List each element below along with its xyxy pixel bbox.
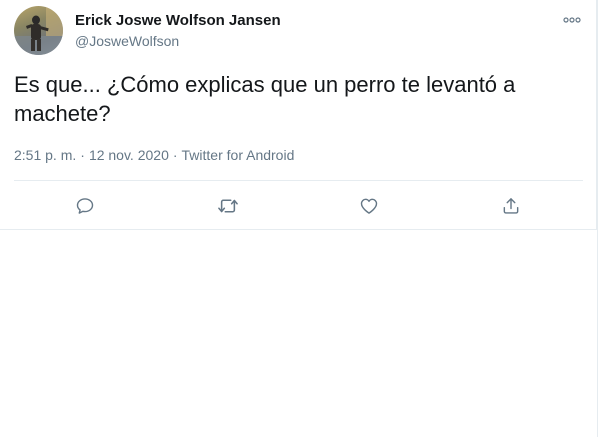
separator-dot: · bbox=[172, 147, 178, 163]
share-icon bbox=[503, 198, 519, 214]
reply-icon bbox=[76, 198, 94, 214]
avatar-image bbox=[14, 6, 63, 55]
tweet-card: Erick Joswe Wolfson Jansen @JosweWolfson… bbox=[0, 0, 597, 230]
tweet-time[interactable]: 2:51 p. m. bbox=[14, 147, 76, 163]
tweet-text: Es que... ¿Cómo explicas que un perro te… bbox=[14, 72, 516, 126]
retweet-icon bbox=[218, 199, 238, 213]
tweet-metadata: 2:51 p. m. · 12 nov. 2020 · Twitter for Andr… bbox=[14, 147, 294, 163]
tweet-source[interactable]: Twitter for Android bbox=[182, 147, 295, 163]
divider bbox=[14, 180, 583, 181]
separator-dot: · bbox=[80, 147, 85, 163]
tweet-date[interactable]: 12 nov. 2020 bbox=[89, 147, 169, 163]
retweet-button[interactable] bbox=[215, 193, 241, 219]
share-button[interactable] bbox=[498, 193, 524, 219]
heart-icon bbox=[360, 198, 378, 214]
like-button[interactable] bbox=[356, 193, 382, 219]
author-name[interactable]: Erick Joswe Wolfson Jansen bbox=[75, 12, 281, 29]
author-handle[interactable]: @JosweWolfson bbox=[75, 33, 179, 49]
page-border bbox=[597, 0, 598, 437]
more-horizontal-icon bbox=[563, 17, 581, 23]
avatar[interactable] bbox=[14, 6, 63, 55]
more-options-button[interactable] bbox=[558, 8, 586, 32]
reply-button[interactable] bbox=[72, 193, 98, 219]
